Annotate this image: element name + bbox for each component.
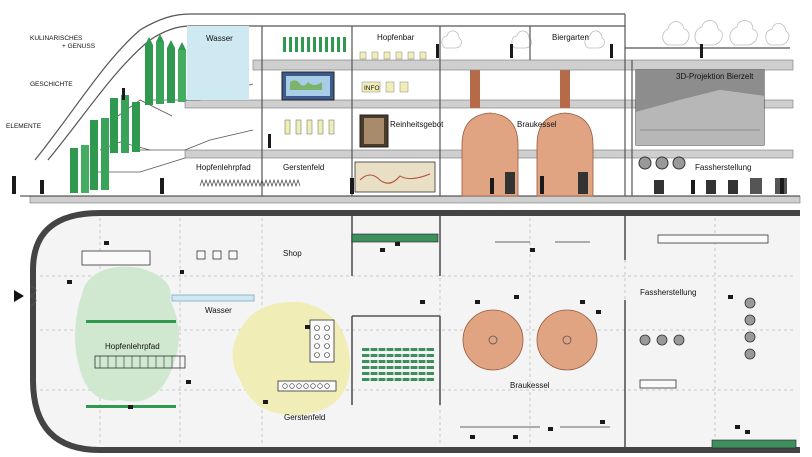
section-label-wasser: Wasser: [206, 34, 233, 43]
hops-vertical-garden: [70, 34, 186, 193]
slab-level-3: [252, 59, 794, 71]
plan-label-fassherstellung: Fassherstellung: [640, 288, 696, 297]
gersten-table-horizontal: [277, 380, 337, 392]
hopfenbar-stools: [359, 51, 427, 60]
plan-label-gerstenfeld: Gerstenfeld: [284, 413, 325, 422]
roof-trees: [441, 20, 790, 49]
section-label-hopfenbar: Hopfenbar: [377, 33, 415, 42]
section-kettles: [461, 70, 594, 197]
side-label-elemente: ELEMENTE: [6, 123, 42, 130]
entrance-arrow: [14, 290, 24, 302]
floor-plan: Shop Wasser Hopfenlehrpfad Gerstenfeld B…: [14, 210, 800, 453]
slab-ground: [29, 195, 801, 204]
info-sign: INFO: [364, 85, 380, 92]
hopfen-zone: [75, 266, 179, 402]
plan-label-braukessel: Braukessel: [510, 381, 550, 390]
drawing-canvas: KULINARISCHES + GENUSS GESCHICHTE ELEMEN…: [6, 13, 801, 453]
building-section: KULINARISCHES + GENUSS GESCHICHTE ELEMEN…: [6, 13, 801, 204]
tap-row: [284, 119, 335, 135]
plan-water-basin: [171, 294, 255, 302]
side-label-geschichte: GESCHICHTE: [30, 81, 73, 88]
plan-bench-top: [351, 233, 439, 243]
plan-label-hopfenlehrpfad: Hopfenlehrpfad: [105, 342, 160, 351]
plan-bench-bottom: [711, 439, 797, 449]
gersten-table-vertical: [309, 319, 335, 363]
historic-map-display: [354, 161, 436, 193]
section-label-biergarten: Biergarten: [552, 33, 589, 42]
barley-stalks: [199, 178, 301, 188]
plan-label-shop: Shop: [283, 249, 302, 258]
section-label-braukessel: Braukessel: [517, 120, 557, 129]
hopfenbar-bottles: [283, 37, 346, 52]
plan-label-wasser: Wasser: [205, 306, 232, 315]
side-label-genuss: + GENUSS: [62, 43, 96, 50]
section-label-reinheitsgebot: Reinheitsgebot: [390, 120, 444, 129]
brewery-exhibition-drawing: KULINARISCHES + GENUSS GESCHICHTE ELEMEN…: [0, 0, 812, 457]
section-label-hopfenlehrpfad: Hopfenlehrpfad: [196, 163, 251, 172]
side-label-kulinarisch: KULINARISCHES: [30, 35, 83, 42]
section-label-fassherstellung: Fassherstellung: [695, 163, 751, 172]
section-label-projektion: 3D-Projektion Bierzelt: [676, 72, 754, 81]
section-label-gerstenfeld: Gerstenfeld: [283, 163, 324, 172]
